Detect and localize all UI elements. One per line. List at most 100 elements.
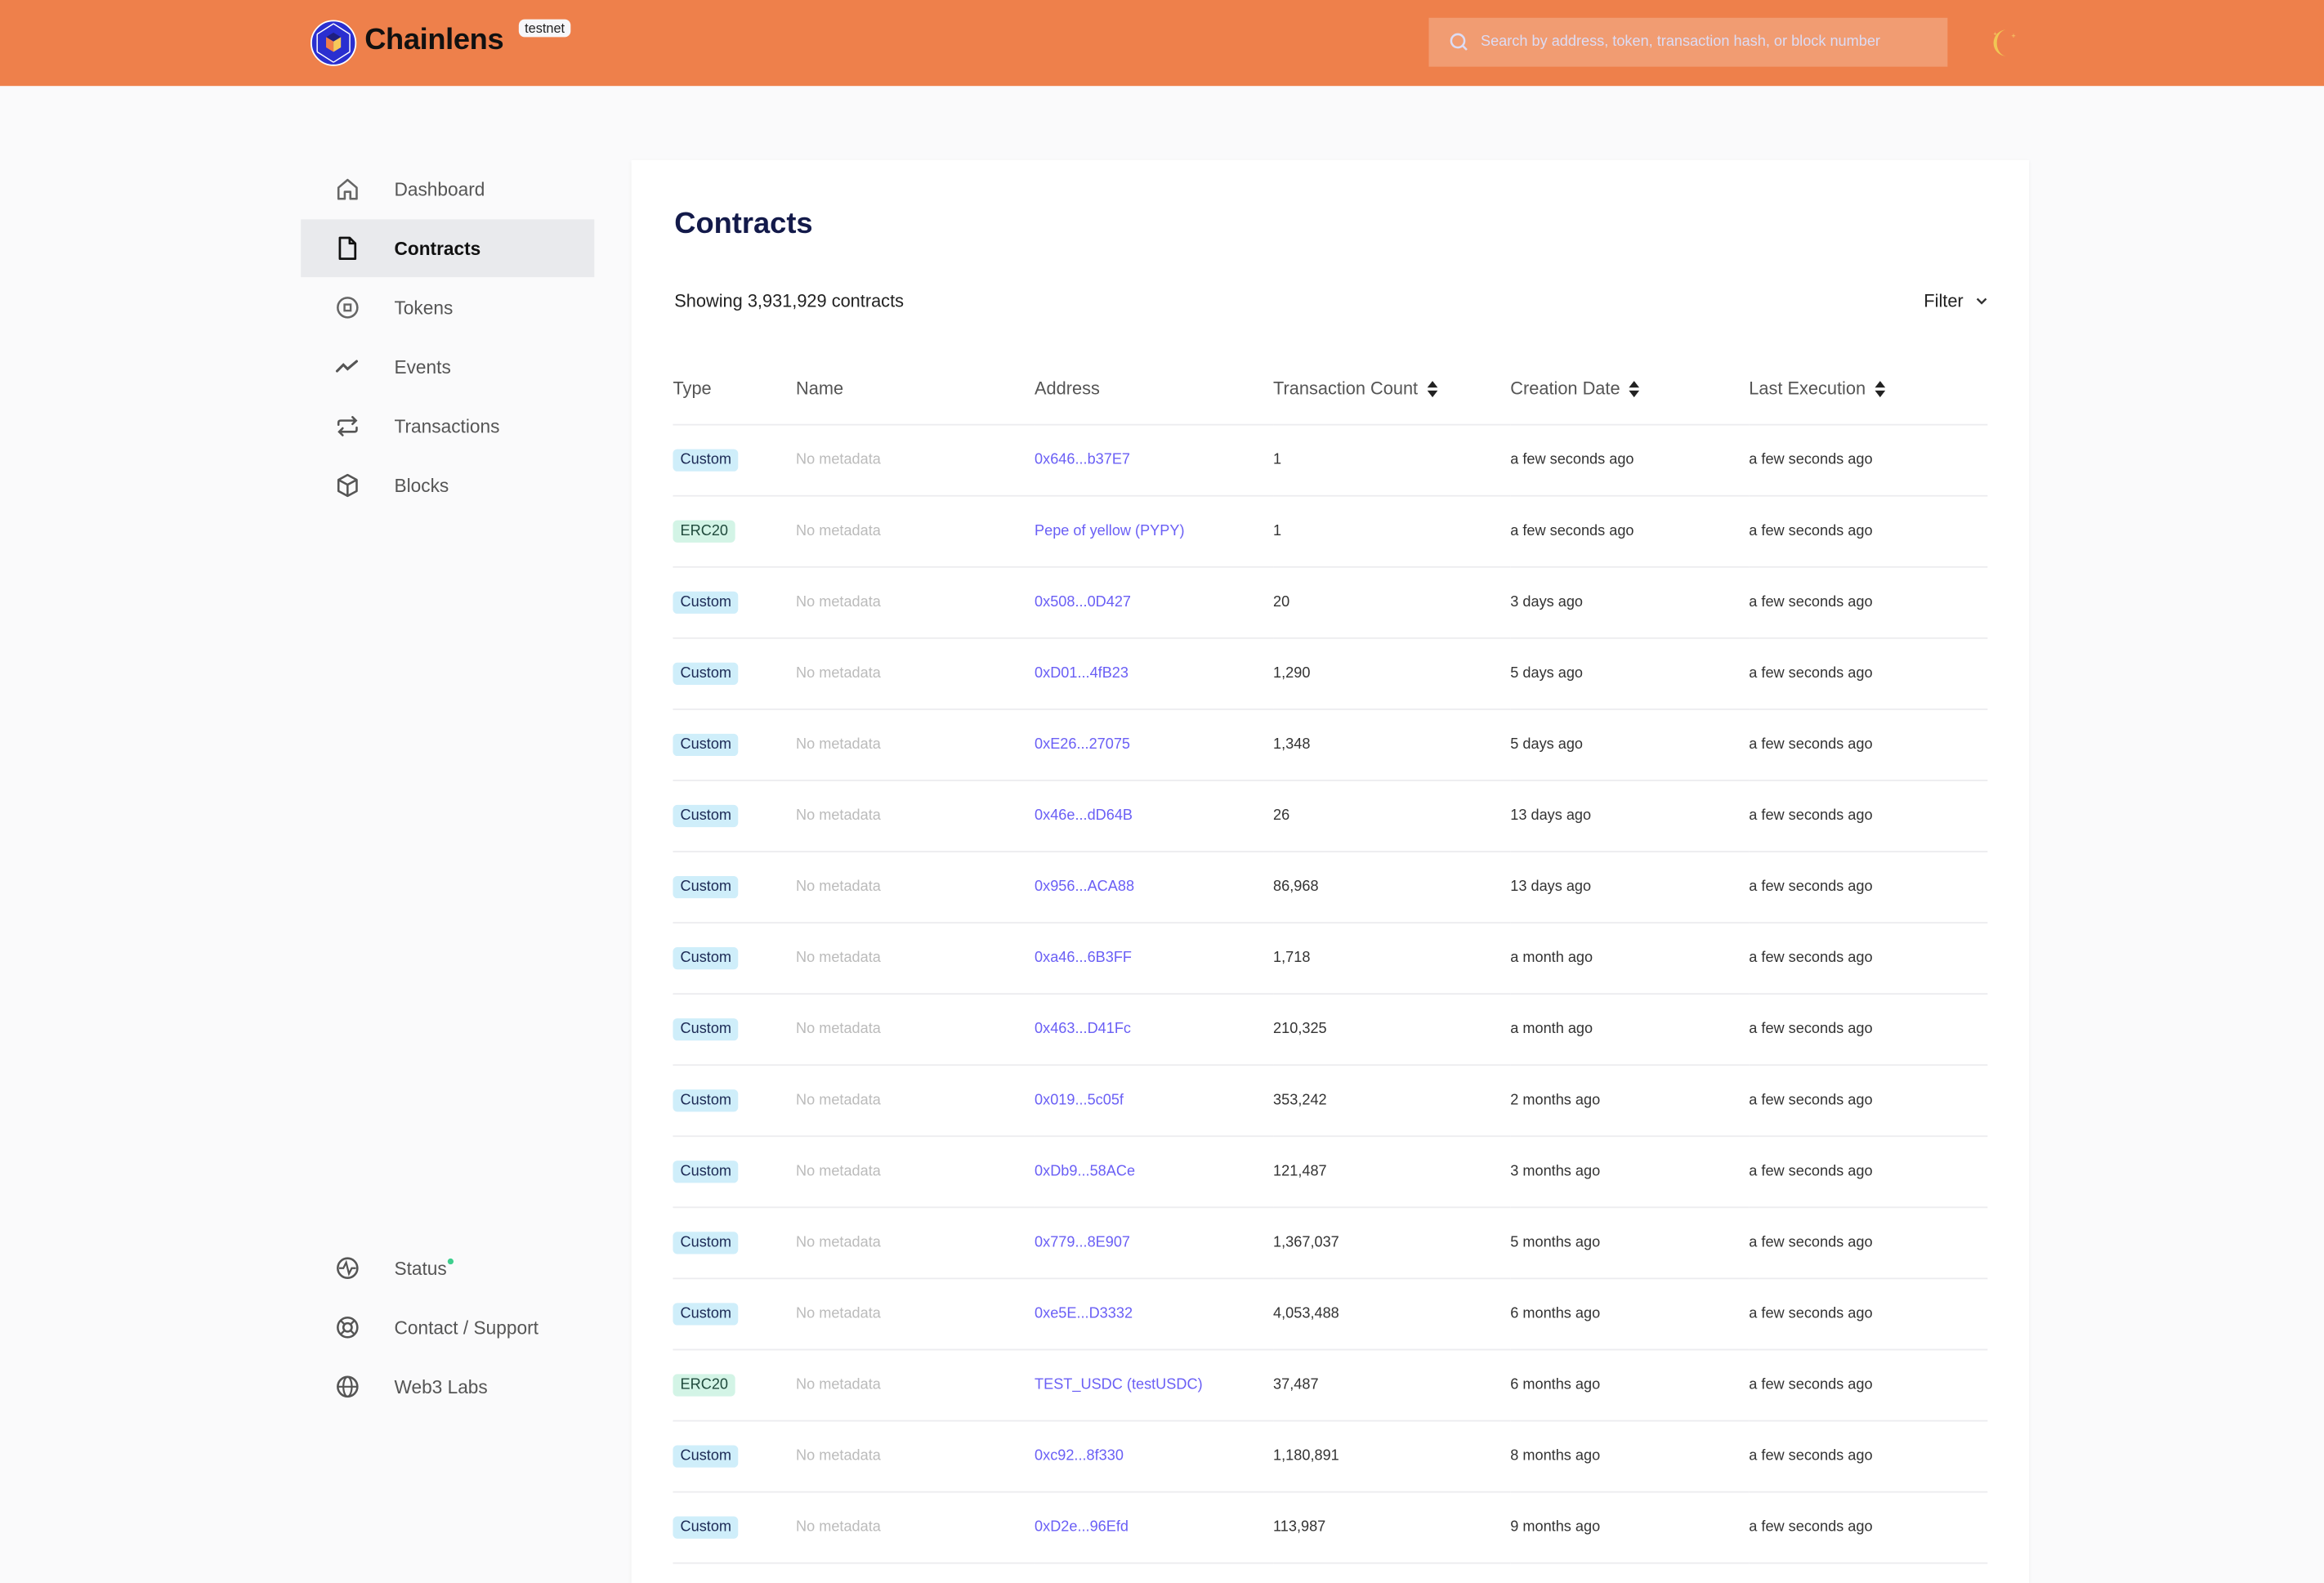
svg-text:+: + — [2011, 32, 2015, 40]
column-header-creation-date[interactable]: Creation Date — [1510, 352, 1750, 426]
sidebar-item-label: Blocks — [394, 475, 449, 496]
address-link[interactable]: 0x779...8E907 — [1035, 1235, 1130, 1251]
sidebar-item-events[interactable]: Events — [301, 338, 594, 396]
sort-icon[interactable] — [1629, 381, 1640, 398]
last-execution-cell: a few seconds ago — [1749, 1491, 1988, 1564]
sidebar-item-contact-support[interactable]: Contact / Support — [301, 1299, 594, 1357]
column-header-address: Address — [1035, 352, 1274, 426]
address-link[interactable]: 0x463...D41Fc — [1035, 1022, 1131, 1038]
sidebar-item-label: Transactions — [394, 415, 500, 437]
name-cell: No metadata — [796, 424, 1035, 497]
table-row[interactable]: ERC20 No metadata TEST_USDC (testUSDC) 37,4… — [673, 1349, 1988, 1422]
table-row[interactable]: Custom No metadata 0x956...ACA88 86,968 13 d… — [673, 852, 1988, 923]
address-link[interactable]: 0xa46...6B3FF — [1035, 950, 1132, 967]
creation-date-cell: 13 days ago — [1510, 852, 1750, 923]
type-badge: Custom — [673, 1516, 740, 1539]
address-cell: 0xD2e...96Efd — [1035, 1491, 1274, 1564]
address-link[interactable]: Pepe of yellow (PYPY) — [1035, 523, 1185, 539]
sidebar-item-dashboard[interactable]: Dashboard — [301, 160, 594, 218]
table-row[interactable]: Custom No metadata 0x508...0D427 20 3 days a… — [673, 566, 1988, 639]
column-header-last-execution[interactable]: Last Execution — [1749, 352, 1988, 426]
address-link[interactable]: TEST_USDC (testUSDC) — [1035, 1377, 1203, 1393]
name-cell: No metadata — [796, 780, 1035, 852]
tx-count-cell: 1,718 — [1273, 923, 1511, 995]
table-row[interactable]: Custom No metadata 0xa46...6B3FF 1,718 a mon… — [673, 923, 1988, 995]
name-cell: No metadata — [796, 1349, 1035, 1422]
sort-icon[interactable] — [1874, 381, 1885, 398]
address-link[interactable]: 0xD01...4fB23 — [1035, 665, 1128, 682]
tx-count-cell: 113,987 — [1273, 1491, 1511, 1564]
filter-dropdown[interactable]: Filter — [1924, 291, 1989, 311]
table-row[interactable]: Custom No metadata 0x779...8E907 1,367,037 5… — [673, 1207, 1988, 1280]
name-cell: No metadata — [796, 495, 1035, 568]
sidebar-item-transactions[interactable]: Transactions — [301, 397, 594, 455]
sort-icon[interactable] — [1426, 381, 1437, 398]
sidebar-item-contracts[interactable]: Contracts — [301, 219, 595, 278]
address-cell: Pepe of yellow (PYPY) — [1035, 495, 1274, 568]
table-row[interactable]: Custom No metadata 0xD2e...96Efd 113,987 9 m… — [673, 1491, 1988, 1564]
name-cell: No metadata — [796, 1420, 1035, 1493]
file-icon — [338, 236, 357, 261]
table-row[interactable]: Custom No metadata 0xe5E...D3332 4,053,488 6… — [673, 1278, 1988, 1351]
last-execution-cell: a few seconds ago — [1749, 1349, 1988, 1422]
name-cell: No metadata — [796, 994, 1035, 1067]
address-link[interactable]: 0xc92...8f330 — [1035, 1448, 1124, 1464]
top-bar: Chainlens testnet ++ — [0, 0, 2324, 87]
sidebar-item-tokens[interactable]: Tokens — [301, 279, 594, 337]
address-link[interactable]: 0xD2e...96Efd — [1035, 1519, 1128, 1536]
type-badge: Custom — [673, 1160, 740, 1183]
column-label: Transaction Count — [1273, 378, 1419, 399]
type-badge: Custom — [673, 733, 740, 757]
brand-name[interactable]: Chainlens — [364, 24, 503, 58]
creation-date-cell: 3 days ago — [1510, 566, 1750, 639]
sidebar-item-blocks[interactable]: Blocks — [301, 457, 594, 515]
table-row[interactable]: Custom No metadata 0xE26...27075 1,348 5 day… — [673, 709, 1988, 781]
tx-count-cell: 1 — [1273, 495, 1511, 568]
address-link[interactable]: 0xe5E...D3332 — [1035, 1306, 1133, 1322]
last-execution-cell: a few seconds ago — [1749, 1065, 1988, 1138]
table-row[interactable]: Custom No metadata 0xD01...4fB23 1,290 5 day… — [673, 637, 1988, 710]
column-header-transaction-count[interactable]: Transaction Count — [1273, 352, 1511, 426]
table-row[interactable]: Custom No metadata 0x019...5c05f 353,242 2 m… — [673, 1065, 1988, 1138]
table-row[interactable]: Custom No metadata 0x46e...dD64B 26 13 days … — [673, 780, 1988, 852]
type-cell: Custom — [673, 1278, 797, 1351]
sidebar-item-web3-labs[interactable]: Web3 Labs — [301, 1357, 594, 1415]
address-link[interactable]: 0xE26...27075 — [1035, 736, 1130, 753]
search-input[interactable] — [1477, 32, 1928, 52]
name-cell: No metadata — [796, 709, 1035, 781]
sidebar-item-status[interactable]: Status — [301, 1239, 594, 1297]
address-link[interactable]: 0x956...ACA88 — [1035, 879, 1134, 896]
table-row[interactable]: Custom No metadata 0xc92...8f330 1,180,891 8… — [673, 1420, 1988, 1493]
token-icon — [337, 297, 359, 319]
type-badge: Custom — [673, 449, 740, 472]
search-icon — [1450, 33, 1468, 51]
address-link[interactable]: 0x508...0D427 — [1035, 594, 1131, 610]
type-cell: Custom — [673, 780, 797, 852]
type-badge: Custom — [673, 1232, 740, 1254]
activity-icon — [335, 360, 359, 373]
address-link[interactable]: 0x46e...dD64B — [1035, 808, 1133, 825]
dark-mode-toggle-icon[interactable]: ++ — [1992, 27, 2019, 60]
type-cell: ERC20 — [673, 495, 797, 568]
address-cell: 0xa46...6B3FF — [1035, 923, 1274, 995]
tx-count-cell: 1,367,037 — [1273, 1207, 1511, 1280]
table-row[interactable]: ERC20 No metadata Pepe of yellow (PYPY) 1 a … — [673, 495, 1988, 568]
search-bar[interactable] — [1428, 17, 1948, 67]
table-row[interactable]: Custom No metadata 0xDb9...58ACe 121,487 3 m… — [673, 1136, 1988, 1209]
tx-count-cell: 86,968 — [1273, 852, 1511, 923]
type-badge: Custom — [673, 662, 740, 685]
chainlens-logo-icon[interactable] — [310, 20, 357, 67]
type-cell: Custom — [673, 1491, 797, 1564]
address-link[interactable]: 0x019...5c05f — [1035, 1093, 1124, 1109]
table-row[interactable]: Custom No metadata 0x463...D41Fc 210,325 a m… — [673, 994, 1988, 1067]
creation-date-cell: a month ago — [1510, 923, 1750, 995]
column-label: Creation Date — [1510, 378, 1620, 399]
address-link[interactable]: 0xDb9...58ACe — [1035, 1164, 1135, 1180]
address-link[interactable]: 0x646...b37E7 — [1035, 452, 1130, 468]
table-row[interactable]: Custom No metadata 0x646...b37E7 1 a few sec… — [673, 424, 1988, 497]
tx-count-cell: 1,290 — [1273, 637, 1511, 710]
filter-label: Filter — [1924, 290, 1964, 311]
status-online-dot — [448, 1258, 454, 1264]
creation-date-cell: a month ago — [1510, 994, 1750, 1067]
cube-icon — [337, 473, 358, 498]
